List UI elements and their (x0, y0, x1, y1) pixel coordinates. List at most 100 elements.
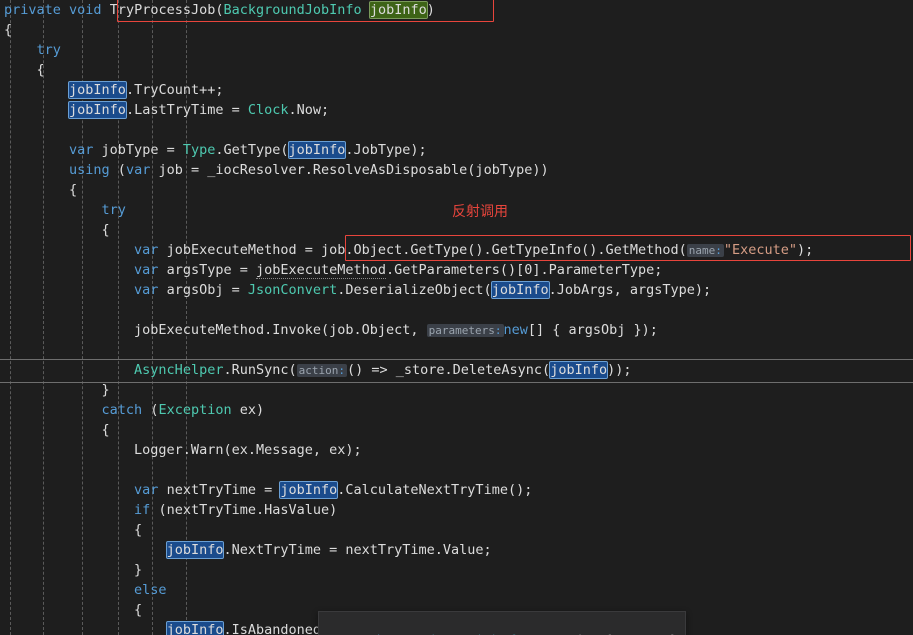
code-editor[interactable]: private void TryProcessJob(BackgroundJob… (0, 0, 913, 635)
keyword-token: new (503, 322, 528, 338)
code-token: { (4, 22, 13, 38)
code-line-12[interactable]: { (0, 220, 913, 240)
quick-info-tooltip: DateTime? BackgroundJobInfo.NextTryTime … (318, 611, 686, 635)
code-line-13[interactable]: var jobExecuteMethod = job.Object.GetTyp… (0, 240, 913, 260)
code-line-22[interactable]: { (0, 420, 913, 440)
code-line-24[interactable] (0, 460, 913, 480)
code-line-2[interactable]: { (0, 20, 913, 40)
param-hint-name: action (298, 364, 339, 377)
code-token: jobType = (93, 142, 183, 158)
code-line-27[interactable]: { (0, 520, 913, 540)
code-token: .DeserializeObject( (337, 282, 492, 298)
code-token: { (4, 222, 110, 238)
code-token: } (4, 562, 143, 578)
keyword-token: void (69, 2, 102, 18)
code-line-14[interactable]: var argsType = jobExecuteMethod.GetParam… (0, 260, 913, 280)
code-line-10[interactable]: { (0, 180, 913, 200)
code-line-6[interactable]: jobInfo.LastTryTime = Clock.Now; (0, 100, 913, 120)
code-token: .NextTryTime = nextTryTime.Value; (223, 542, 492, 558)
code-line-15[interactable]: var argsObj = JsonConvert.DeserializeObj… (0, 280, 913, 300)
code-token: ( (142, 402, 159, 418)
keyword-token: try (36, 42, 61, 58)
code-line-9[interactable]: using (var job = _iocResolver.ResolveAsD… (0, 160, 913, 180)
code-line-26[interactable]: if (nextTryTime.HasValue) (0, 500, 913, 520)
keyword-token: using (69, 162, 110, 178)
code-line-25[interactable]: var nextTryTime = jobInfo.CalculateNextT… (0, 480, 913, 500)
param-hint-colon: : (338, 364, 345, 377)
keyword-token: var (134, 262, 159, 278)
code-line-30[interactable]: else (0, 580, 913, 600)
keyword-token: private (4, 2, 61, 18)
type-token: Exception (158, 402, 232, 418)
code-token: .JobArgs, argsType); (548, 282, 712, 298)
code-token: () => _store.DeleteAsync( (346, 362, 551, 378)
code-line-19[interactable]: AsyncHelper.RunSync(action:() => _store.… (0, 360, 913, 380)
code-token: { (4, 602, 143, 618)
identifier-definition-highlight: jobInfo (368, 1, 428, 19)
type-token: AsyncHelper (134, 362, 224, 378)
code-token: Logger.Warn(ex.Message, ex); (4, 442, 362, 458)
type-token: Clock (247, 102, 289, 118)
type-token: BackgroundJobInfo (223, 2, 362, 18)
code-line-17[interactable]: jobExecuteMethod.Invoke(job.Object, para… (0, 320, 913, 340)
code-line-5[interactable]: jobInfo.TryCount++; (0, 80, 913, 100)
code-line-18[interactable] (0, 340, 913, 360)
param-hint-colon: : (715, 244, 722, 257)
inline-parameter-hint: name: (686, 244, 724, 257)
code-token: .LastTryTime = (125, 102, 248, 118)
type-token: Type (182, 142, 216, 158)
code-token: jobExecuteMethod = job.Object.GetType().… (158, 242, 687, 258)
code-line-3[interactable]: try (0, 40, 913, 60)
identifier-underlined: jobExecuteMethod (255, 262, 387, 279)
code-line-23[interactable]: Logger.Warn(ex.Message, ex); (0, 440, 913, 460)
param-hint-colon: : (494, 324, 502, 337)
code-token: [] { argsObj }); (527, 322, 658, 338)
identifier-reference-highlight: jobInfo (279, 481, 339, 499)
string-literal-token: "Execute" (723, 242, 798, 258)
code-line-16[interactable] (0, 300, 913, 320)
code-token: nextTryTime = (158, 482, 281, 498)
keyword-token: var (125, 162, 151, 178)
identifier-reference-highlight: jobInfo (490, 281, 550, 299)
identifier-reference-highlight: jobInfo (549, 361, 609, 379)
param-hint-name: parameters (428, 324, 495, 337)
keyword-token: var (134, 282, 159, 298)
code-line-4[interactable]: { (0, 60, 913, 80)
identifier-reference-highlight: jobInfo (287, 141, 347, 159)
code-line-28[interactable]: jobInfo.NextTryTime = nextTryTime.Value; (0, 540, 913, 560)
code-token: ) (426, 2, 435, 18)
code-line-8[interactable]: var jobType = Type.GetType(jobInfo.JobTy… (0, 140, 913, 160)
identifier-reference-highlight: jobInfo (165, 541, 225, 559)
identifier-reference-highlight: jobInfo (165, 621, 225, 635)
code-token: ex) (231, 402, 265, 418)
code-token: )); (607, 362, 632, 378)
code-line-7[interactable] (0, 120, 913, 140)
code-line-1[interactable]: private void TryProcessJob(BackgroundJob… (0, 0, 913, 20)
code-line-21[interactable]: catch (Exception ex) (0, 400, 913, 420)
keyword-token: var (69, 142, 94, 158)
code-token: .RunSync( (223, 362, 297, 378)
keyword-token: else (134, 582, 167, 598)
inline-parameter-hint: action: (296, 364, 347, 377)
code-token: { (4, 522, 143, 538)
code-line-20[interactable]: } (0, 380, 913, 400)
keyword-token: catch (101, 402, 143, 418)
keyword-token: try (101, 202, 126, 218)
code-line-29[interactable]: } (0, 560, 913, 580)
code-token: { (4, 182, 78, 198)
code-token: .JobType); (345, 142, 427, 158)
